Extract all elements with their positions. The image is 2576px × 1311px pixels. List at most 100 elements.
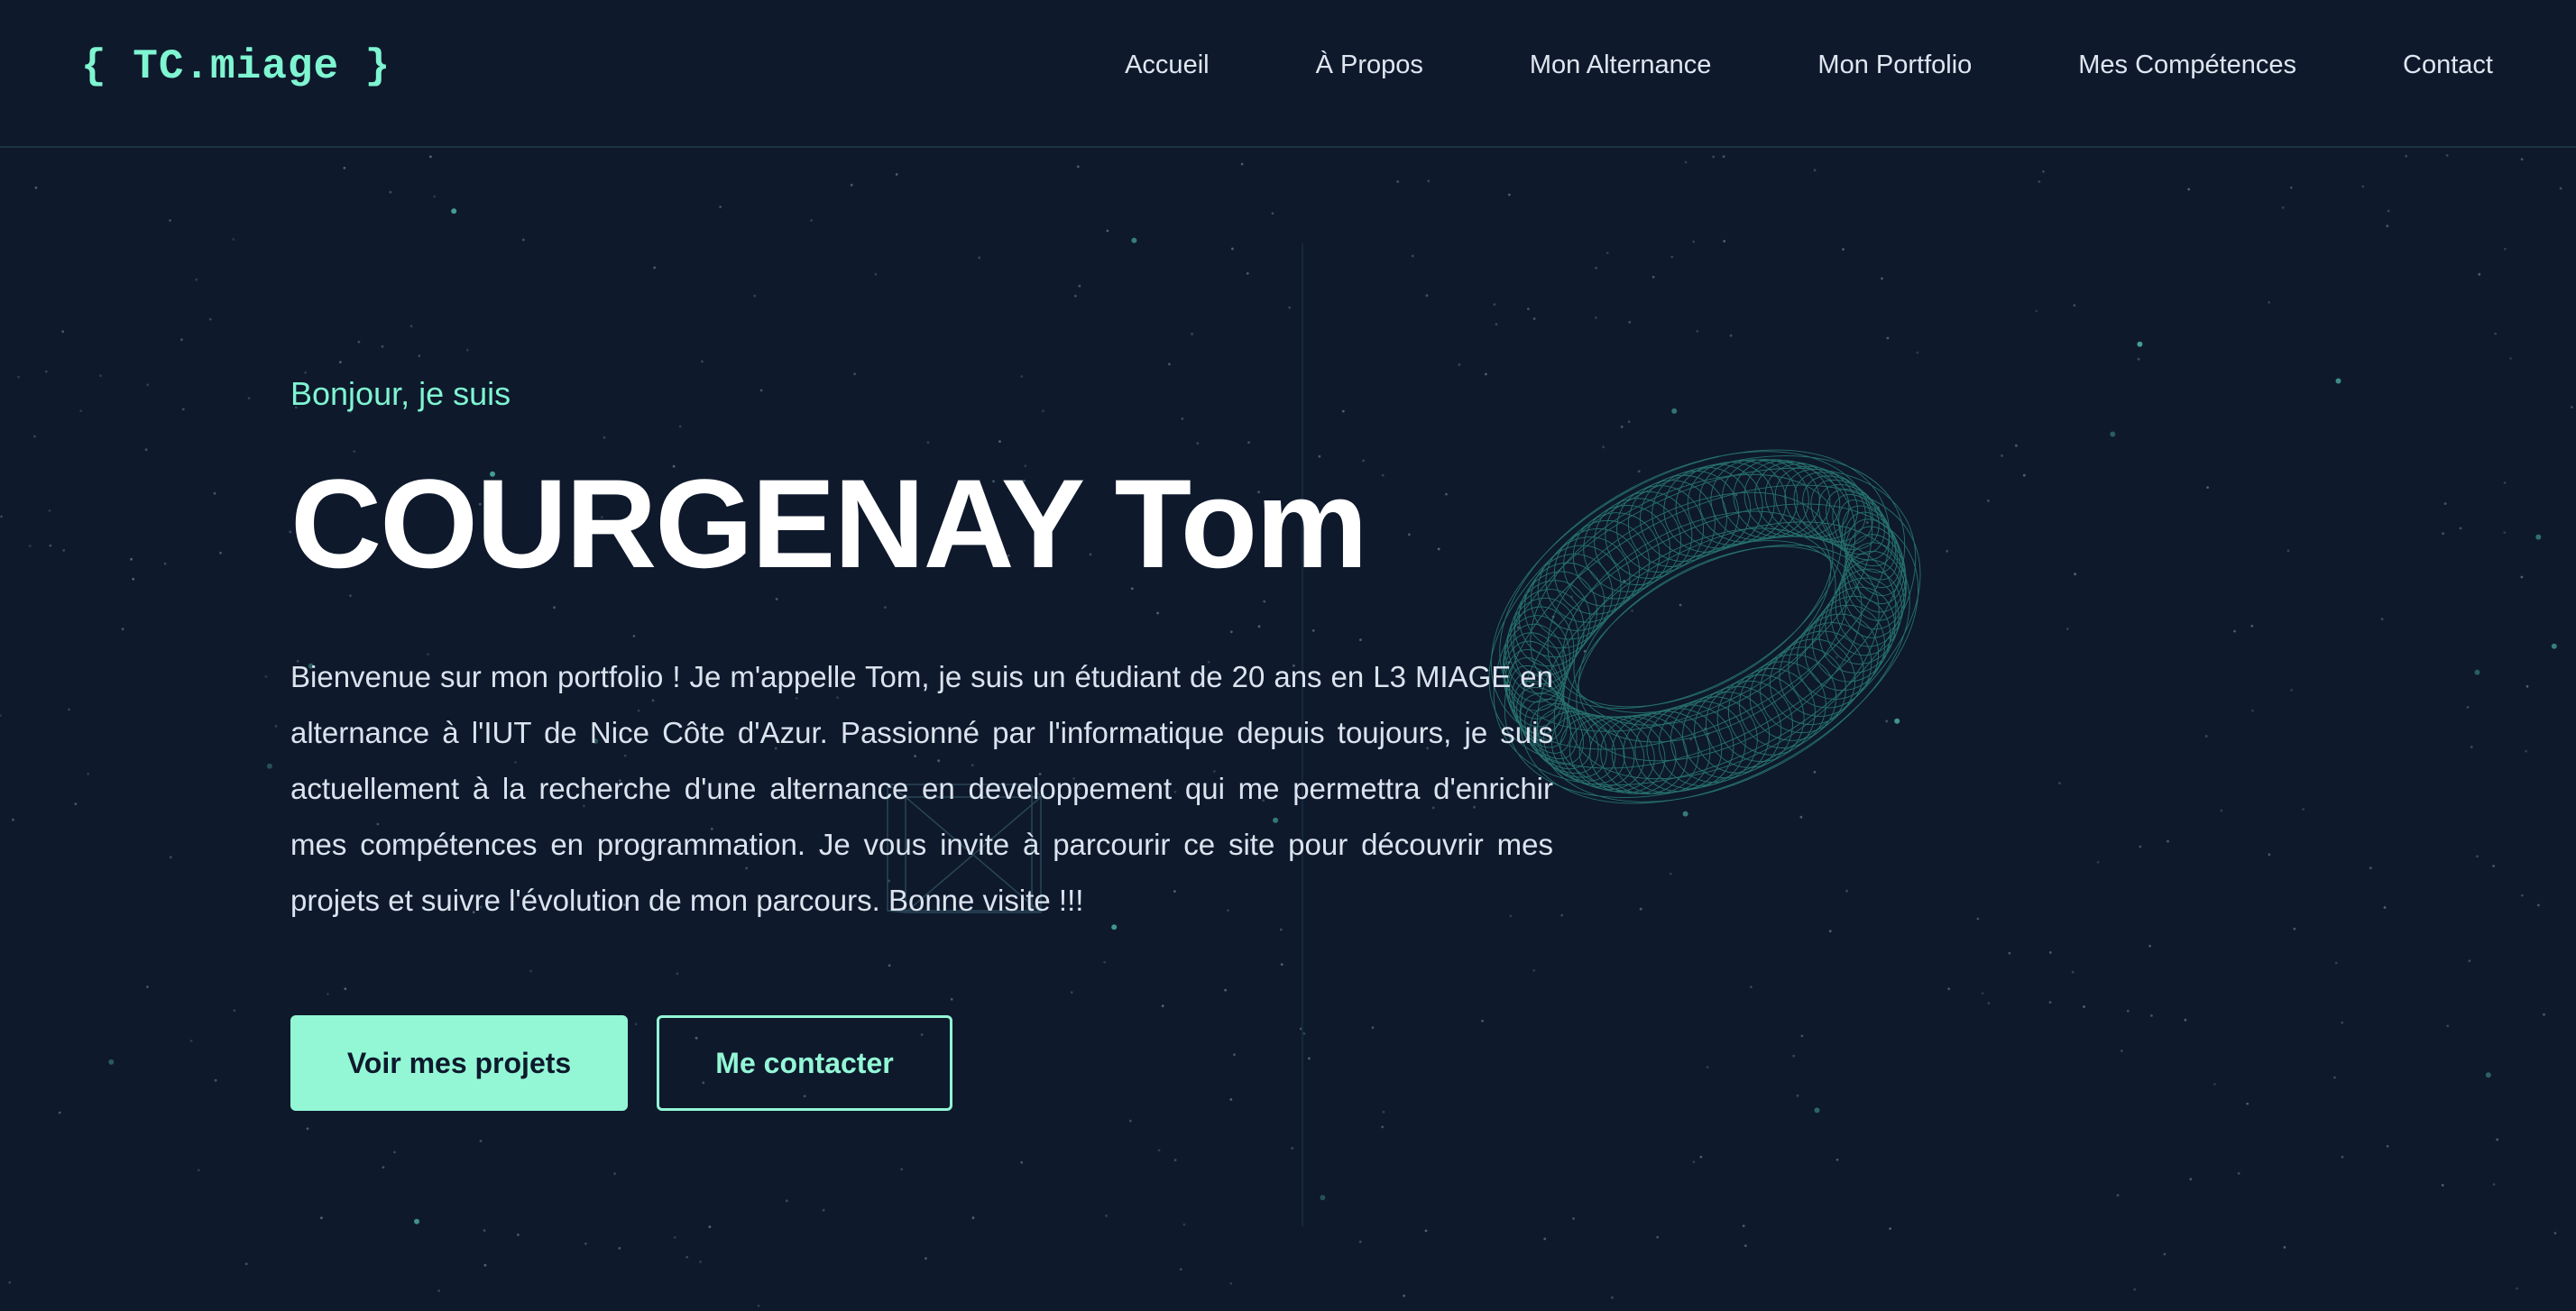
star — [2478, 272, 2481, 276]
star — [393, 1151, 396, 1154]
star — [327, 993, 329, 995]
star — [2074, 573, 2077, 576]
star — [2386, 225, 2389, 228]
star — [1532, 968, 1536, 972]
star — [1527, 307, 1530, 310]
star — [381, 344, 384, 348]
star — [1291, 1147, 1294, 1150]
star — [1706, 1066, 1709, 1068]
nav-link-accueil[interactable]: Accueil — [1125, 50, 1210, 80]
star — [1020, 1160, 1024, 1164]
nav-link-mon-alternance[interactable]: Mon Alternance — [1530, 50, 1712, 80]
star — [822, 1208, 825, 1212]
star — [971, 1216, 975, 1220]
site-logo[interactable]: { TC.miage } — [81, 43, 391, 90]
star — [483, 1263, 487, 1267]
star — [2042, 170, 2045, 173]
star — [2213, 1083, 2216, 1086]
star — [1605, 252, 1609, 254]
star — [2525, 749, 2527, 753]
star — [1495, 323, 1498, 326]
nav-link-mes-competences[interactable]: Mes Compétences — [2078, 50, 2296, 80]
star — [2504, 247, 2507, 251]
star — [2137, 341, 2143, 347]
star — [1508, 193, 1511, 197]
star — [925, 1257, 927, 1261]
star — [1425, 294, 1429, 298]
star — [2509, 357, 2512, 360]
main-nav: Accueil À Propos Mon Alternance Mon Port… — [1125, 50, 2493, 80]
star — [2537, 903, 2540, 907]
star — [1481, 1019, 1484, 1022]
star — [418, 354, 421, 358]
star — [1382, 1110, 1385, 1114]
star — [1560, 913, 1564, 917]
star — [2126, 1009, 2130, 1013]
star — [2535, 534, 2542, 540]
star — [8, 1281, 12, 1284]
star — [2496, 1138, 2499, 1141]
star — [0, 515, 3, 518]
star — [1168, 362, 1171, 366]
star — [2443, 502, 2447, 505]
star — [343, 166, 346, 170]
star — [699, 1261, 702, 1263]
star — [146, 383, 150, 387]
hero-intro: Bienvenue sur mon portfolio ! Je m'appel… — [290, 660, 1553, 917]
star — [2466, 706, 2470, 709]
star — [1173, 1159, 1177, 1161]
star — [2001, 454, 2003, 457]
nav-link-a-propos[interactable]: À Propos — [1316, 50, 1423, 80]
view-projects-button[interactable]: Voir mes projets — [290, 1015, 628, 1111]
star — [1427, 179, 1431, 183]
star — [1271, 212, 1274, 215]
star — [2516, 1287, 2518, 1290]
star — [2281, 206, 2285, 209]
nav-link-contact[interactable]: Contact — [2403, 50, 2493, 80]
star — [1723, 240, 1726, 243]
star — [49, 544, 52, 547]
star — [2446, 1024, 2450, 1028]
star — [99, 374, 102, 378]
star — [2283, 1246, 2286, 1249]
star — [232, 238, 235, 241]
hero-name: COURGENAY Tom — [290, 453, 1368, 594]
star — [483, 1229, 486, 1232]
contact-me-button[interactable]: Me contacter — [657, 1015, 952, 1111]
star — [2293, 927, 2296, 931]
star — [810, 219, 813, 222]
star — [1078, 284, 1081, 288]
star — [1981, 992, 1984, 995]
star — [1073, 294, 1077, 298]
star — [2559, 187, 2562, 190]
star — [753, 294, 757, 298]
star — [2333, 1076, 2336, 1079]
star — [1692, 240, 1696, 243]
star — [2387, 209, 2390, 213]
star — [414, 1218, 419, 1224]
star — [2503, 531, 2507, 535]
star — [673, 1236, 676, 1239]
star — [2286, 549, 2290, 553]
star — [195, 278, 198, 281]
star — [264, 675, 268, 678]
star — [344, 987, 347, 990]
star — [2525, 684, 2529, 688]
star — [757, 1304, 760, 1307]
star — [1103, 960, 1107, 964]
star — [0, 714, 2, 717]
star — [169, 219, 171, 222]
star — [1358, 1240, 1362, 1243]
star — [2233, 629, 2236, 633]
star — [1076, 165, 1080, 169]
nav-link-mon-portfolio[interactable]: Mon Portfolio — [1817, 50, 1972, 80]
star — [433, 195, 437, 198]
star — [2022, 473, 2026, 477]
star — [1669, 872, 1672, 876]
star — [180, 338, 183, 342]
star — [208, 317, 212, 321]
star — [79, 409, 83, 413]
star — [382, 1166, 385, 1169]
star — [850, 183, 853, 187]
star — [2035, 309, 2038, 313]
